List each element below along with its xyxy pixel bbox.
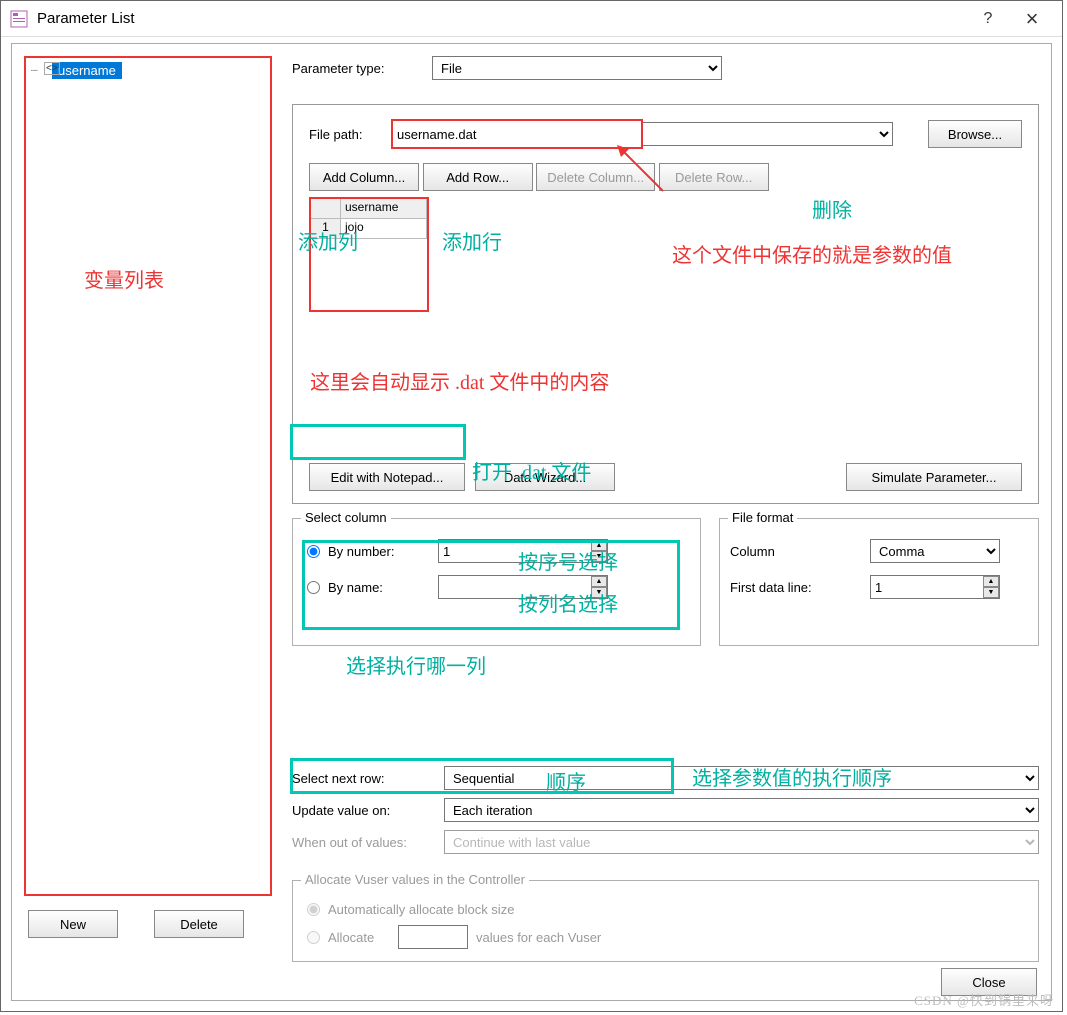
file-format-title: File format: [728, 510, 797, 525]
param-type-label: Parameter type:: [292, 61, 432, 76]
window: Parameter List ? × ····· <> username 变量列…: [0, 0, 1063, 1012]
by-name-row: By name: ▲▼: [303, 569, 690, 605]
select-next-row-select[interactable]: Sequential: [444, 766, 1039, 790]
edit-notepad-button[interactable]: Edit with Notepad...: [309, 463, 465, 491]
spin-down-icon[interactable]: ▼: [591, 587, 607, 598]
first-line-row: First data line: ▲▼: [730, 569, 1028, 605]
tree-item-username[interactable]: username: [52, 62, 122, 79]
browse-button[interactable]: Browse...: [928, 120, 1022, 148]
data-table[interactable]: username 1 jojo: [309, 197, 429, 312]
tree-connector-icon: ·····: [30, 65, 37, 76]
column-format-label: Column: [730, 544, 870, 559]
table-header: username: [341, 199, 427, 219]
by-name-spin[interactable]: ▲▼: [438, 575, 608, 599]
file-bottom-buttons: Edit with Notepad... Data Wizard... Simu…: [309, 463, 1022, 491]
file-path-value: username.dat: [397, 127, 477, 142]
auto-allocate-label: Automatically allocate block size: [328, 902, 514, 917]
spin-up-icon[interactable]: ▲: [983, 576, 999, 587]
by-number-row: By number: ▲▼: [303, 533, 690, 569]
table-row[interactable]: 1 jojo: [311, 219, 427, 239]
when-out-label: When out of values:: [292, 835, 444, 850]
file-path-row: File path: username.dat Browse...: [309, 119, 1022, 149]
update-value-select[interactable]: Each iteration: [444, 798, 1039, 822]
by-number-radio[interactable]: [307, 545, 320, 558]
auto-allocate-radio: [307, 903, 320, 916]
delete-button[interactable]: Delete: [154, 910, 244, 938]
by-number-label: By number:: [328, 544, 438, 559]
param-type-select[interactable]: File: [432, 56, 722, 80]
spin-down-icon[interactable]: ▼: [591, 551, 607, 562]
allocate-input: [398, 925, 468, 949]
new-button[interactable]: New: [28, 910, 118, 938]
window-title: Parameter List: [37, 10, 966, 27]
select-column-group: Select column By number: ▲▼ By name:: [292, 518, 701, 646]
allocate-title: Allocate Vuser values in the Controller: [301, 872, 529, 887]
table-toolbar: Add Column... Add Row... Delete Column..…: [309, 163, 1022, 191]
simulate-button[interactable]: Simulate Parameter...: [846, 463, 1022, 491]
select-next-row: Select next row: Sequential: [292, 766, 1039, 790]
data-wizard-button[interactable]: Data Wizard...: [475, 463, 615, 491]
column-format-row: Column Comma: [730, 533, 1028, 569]
file-path-highlight: username.dat: [391, 119, 643, 149]
by-name-label: By name:: [328, 580, 438, 595]
spin-up-icon[interactable]: ▲: [591, 540, 607, 551]
help-icon[interactable]: ?: [966, 10, 1010, 28]
dialog-body: ····· <> username 变量列表 New Delete Parame…: [11, 43, 1052, 1001]
allocate-label: Allocate: [328, 930, 398, 945]
right-pane: Parameter type: File File path: username…: [292, 56, 1039, 988]
allocate-radio: [307, 931, 320, 944]
delete-column-button: Delete Column...: [536, 163, 655, 191]
allocate-suffix: values for each Vuser: [476, 930, 601, 945]
annot-select-col-cn: 选择执行哪一列: [346, 650, 486, 679]
by-name-radio[interactable]: [307, 581, 320, 594]
file-groupbox: File path: username.dat Browse... Add Co…: [292, 104, 1039, 504]
add-row-button[interactable]: Add Row...: [423, 163, 533, 191]
tree-tag-icon: <>: [44, 62, 60, 75]
first-line-spin[interactable]: ▲▼: [870, 575, 1000, 599]
first-line-label: First data line:: [730, 580, 870, 595]
param-type-row: Parameter type: File: [292, 56, 1039, 80]
by-number-spin[interactable]: ▲▼: [438, 539, 608, 563]
delete-row-button: Delete Row...: [659, 163, 769, 191]
when-out-select: Continue with last value: [444, 830, 1039, 854]
close-icon[interactable]: ×: [1010, 6, 1054, 32]
spin-up-icon[interactable]: ▲: [591, 576, 607, 587]
spin-down-icon[interactable]: ▼: [983, 587, 999, 598]
app-icon: [9, 9, 29, 29]
select-column-title: Select column: [301, 510, 391, 525]
titlebar: Parameter List ? ×: [1, 1, 1062, 37]
tree-buttons: New Delete: [28, 910, 244, 938]
allocate-group: Allocate Vuser values in the Controller …: [292, 880, 1039, 962]
add-column-button[interactable]: Add Column...: [309, 163, 419, 191]
update-value-label: Update value on:: [292, 803, 444, 818]
file-format-group: File format Column Comma First data line…: [719, 518, 1039, 646]
table-cell[interactable]: jojo: [341, 219, 427, 239]
table-corner: [311, 199, 341, 219]
file-path-label: File path:: [309, 127, 391, 142]
by-number-input[interactable]: [438, 539, 608, 563]
column-format-select[interactable]: Comma: [870, 539, 1000, 563]
select-next-row-label: Select next row:: [292, 771, 444, 786]
watermark: CSDN @快到锅里来呀: [914, 990, 1054, 1009]
by-name-input[interactable]: [438, 575, 608, 599]
table-row-num: 1: [311, 219, 341, 239]
when-out-row: When out of values: Continue with last v…: [292, 830, 1039, 854]
update-value-row: Update value on: Each iteration: [292, 798, 1039, 822]
first-line-input[interactable]: [870, 575, 1000, 599]
parameter-tree[interactable]: ····· <> username: [24, 56, 272, 896]
file-path-select[interactable]: [641, 122, 893, 146]
